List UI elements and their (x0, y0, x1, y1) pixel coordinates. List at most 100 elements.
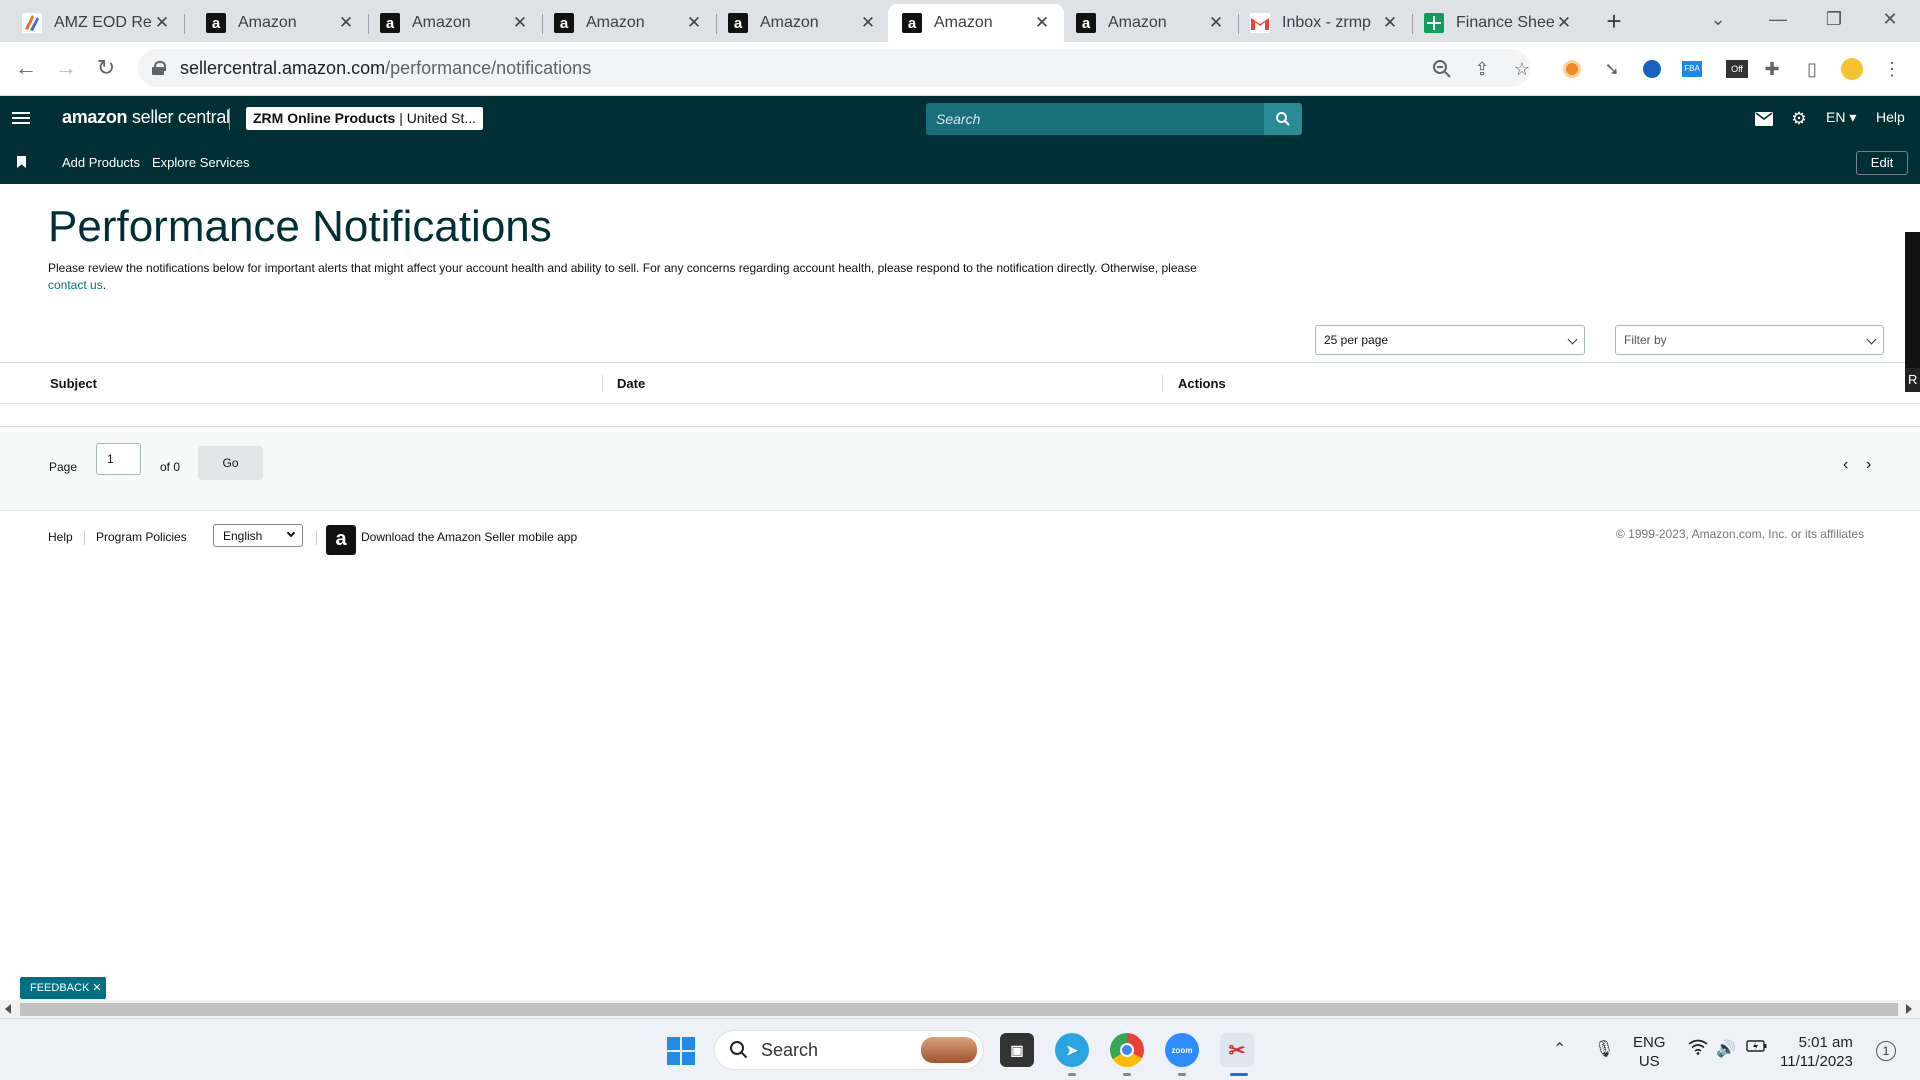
input-language[interactable]: ENG US (1633, 1033, 1666, 1071)
amz-eod-icon (22, 13, 42, 33)
battery-icon[interactable] (1746, 1039, 1768, 1058)
column-subject[interactable]: Subject (50, 376, 97, 391)
scroll-right-icon[interactable] (1906, 1004, 1912, 1014)
telegram-icon[interactable]: ➤ (1055, 1033, 1089, 1067)
close-icon[interactable]: ✕ (1206, 13, 1226, 33)
amazon-icon: a (380, 13, 400, 33)
go-button[interactable]: Go (198, 446, 263, 480)
search-input[interactable]: Search (926, 103, 1264, 135)
snipping-tool-icon[interactable]: ✂ (1220, 1033, 1254, 1067)
page-number-input[interactable]: 1 (96, 443, 141, 475)
subnav-explore-services[interactable]: Explore Services (152, 155, 250, 170)
browser-menu-icon[interactable]: ⋮ (1881, 58, 1903, 80)
edit-button[interactable]: Edit (1856, 151, 1908, 175)
zoom-app-icon[interactable]: zoom (1165, 1033, 1199, 1067)
browser-tab[interactable]: a Amazon ✕ (540, 4, 717, 42)
prev-page-icon[interactable]: ‹ (1843, 456, 1848, 474)
close-icon[interactable]: ✕ (858, 13, 878, 33)
browser-tab[interactable]: a Amazon ✕ (366, 4, 543, 42)
extensions-puzzle-icon[interactable]: ✚ (1761, 58, 1783, 80)
lock-icon (152, 61, 166, 75)
microphone-icon[interactable]: 🎙 (1594, 1039, 1614, 1059)
taskbar-search[interactable]: Search (714, 1030, 984, 1070)
bookmark-icon[interactable] (17, 156, 26, 168)
browser-tab[interactable]: Finance Shee ✕ (1410, 4, 1586, 42)
close-icon[interactable]: ✕ (1554, 13, 1574, 33)
per-page-select[interactable]: 25 per page (1315, 325, 1585, 355)
divider (316, 530, 317, 545)
forward-icon[interactable]: → (48, 50, 84, 86)
system-clock[interactable]: 5:01 am 11/11/2023 (1780, 1033, 1853, 1071)
settings-gear-icon[interactable]: ⚙ (1788, 108, 1810, 130)
profile-avatar[interactable] (1841, 58, 1863, 80)
close-icon[interactable]: ✕ (684, 13, 704, 33)
volume-icon[interactable]: 🔊 (1716, 1039, 1736, 1059)
extension-off-icon[interactable]: Off (1726, 58, 1748, 80)
close-icon[interactable]: ✕ (1032, 13, 1052, 33)
scrollbar-thumb[interactable] (20, 1003, 1898, 1016)
gmail-icon (1250, 13, 1270, 33)
footer-program-policies-link[interactable]: Program Policies (96, 530, 187, 544)
zoom-icon[interactable] (1431, 58, 1453, 80)
restore-icon[interactable]: ❐ (1806, 0, 1862, 40)
side-panel-icon[interactable]: ▯ (1801, 58, 1823, 80)
chevron-down-icon (286, 528, 296, 538)
language-selector[interactable]: EN ▾ (1826, 109, 1856, 126)
share-icon[interactable]: ⇪ (1471, 58, 1493, 80)
address-bar[interactable]: sellercentral.amazon.com/performance/not… (138, 49, 1530, 87)
mail-icon[interactable] (1753, 108, 1775, 130)
browser-tab[interactable]: a Amazon ✕ (192, 4, 369, 42)
browser-tab[interactable]: Inbox - zrmp ✕ (1236, 4, 1413, 42)
close-icon[interactable]: ✕ (152, 13, 172, 33)
page-footer: Help Program Policies English a Download… (0, 511, 1920, 561)
wifi-icon[interactable] (1688, 1039, 1708, 1060)
chrome-icon[interactable] (1110, 1033, 1144, 1067)
minimize-icon[interactable]: — (1750, 0, 1806, 40)
close-icon[interactable]: ✕ (1380, 13, 1400, 33)
new-tab-button[interactable]: + (1599, 6, 1629, 36)
browser-tab[interactable]: AMZ EOD Rep ✕ (8, 4, 185, 42)
tab-search-icon[interactable]: ⌄ (1690, 0, 1746, 40)
search-button[interactable] (1264, 103, 1302, 135)
help-link[interactable]: Help (1876, 109, 1905, 125)
windows-start-icon[interactable] (667, 1037, 695, 1065)
column-date[interactable]: Date (617, 376, 645, 391)
extension-orange-icon[interactable] (1561, 58, 1583, 80)
seller-subnav: Add Products Explore Services Edit (0, 142, 1920, 184)
browser-tab-active[interactable]: a Amazon ✕ (888, 4, 1064, 42)
browser-tab[interactable]: a Amazon ✕ (714, 4, 890, 42)
running-indicator (1178, 1073, 1186, 1076)
browser-toolbar: ← → ↻ sellercentral.amazon.com/performan… (0, 42, 1920, 96)
windows-taskbar: Search ▣ ➤ zoom ✂ ⌃ 🎙 ENG US 🔊 5:01 am 11/… (0, 1018, 1920, 1080)
close-icon[interactable]: ✕ (336, 13, 356, 33)
horizontal-scrollbar[interactable] (0, 1000, 1920, 1018)
extension-globe-icon[interactable] (1641, 58, 1663, 80)
account-switcher[interactable]: ZRM Online Products | United St... (246, 107, 484, 130)
next-page-icon[interactable]: › (1866, 456, 1871, 474)
footer-language-select[interactable]: English (213, 524, 303, 547)
scroll-left-icon[interactable] (5, 1004, 11, 1014)
extension-arrow-icon[interactable]: ➘ (1601, 58, 1623, 80)
subnav-add-products[interactable]: Add Products (62, 155, 140, 170)
running-indicator (1068, 1073, 1076, 1076)
notification-badge[interactable]: 1 (1876, 1041, 1896, 1061)
browser-tab[interactable]: a Amazon ✕ (1062, 4, 1239, 42)
reload-icon[interactable]: ↻ (88, 50, 124, 86)
footer-help-link[interactable]: Help (48, 530, 73, 544)
amazon-icon: a (902, 13, 922, 33)
mobile-app-link[interactable]: Download the Amazon Seller mobile app (361, 530, 577, 544)
feedback-button[interactable]: FEEDBACK ✕ (20, 977, 106, 999)
window-close-icon[interactable]: ✕ (1862, 0, 1918, 40)
hamburger-menu-icon[interactable] (12, 109, 30, 129)
close-icon[interactable]: ✕ (510, 13, 530, 33)
filter-by-select[interactable]: Filter by (1615, 325, 1884, 355)
tray-overflow-icon[interactable]: ⌃ (1553, 1039, 1566, 1059)
file-explorer-icon[interactable]: ▣ (1000, 1033, 1034, 1067)
seller-central-logo[interactable]: amazon seller central (62, 107, 230, 128)
extension-fba-icon[interactable]: FBA (1681, 58, 1703, 80)
amazon-app-icon[interactable]: a (326, 525, 356, 555)
side-panel-tab[interactable]: R (1905, 368, 1920, 392)
back-icon[interactable]: ← (8, 50, 44, 86)
bookmark-star-icon[interactable]: ☆ (1511, 58, 1533, 80)
contact-us-link[interactable]: contact us (48, 278, 103, 292)
